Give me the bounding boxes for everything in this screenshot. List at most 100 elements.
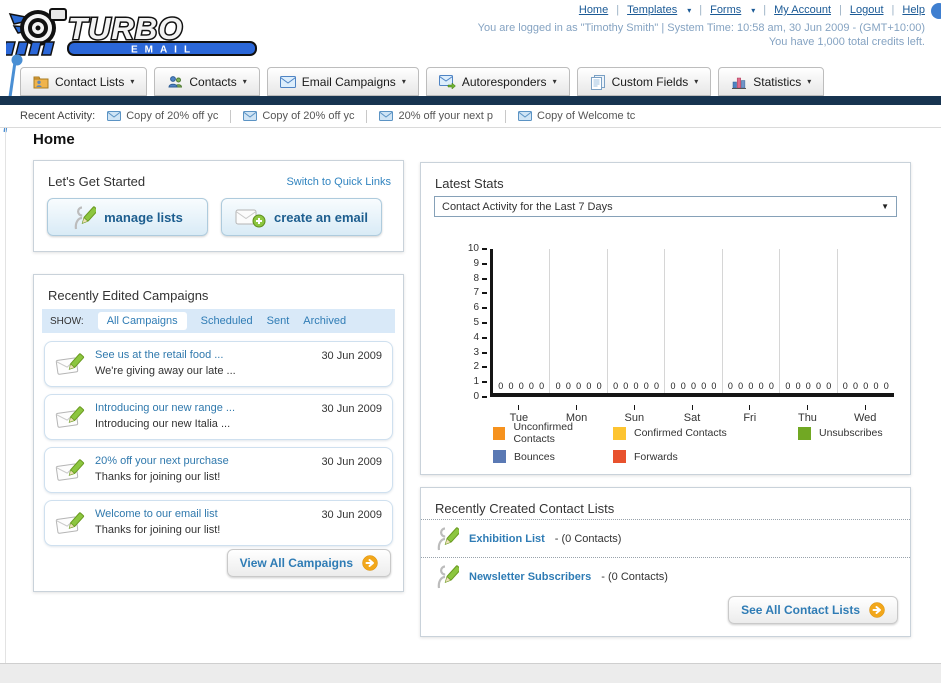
header-link-home[interactable]: Home [579, 4, 608, 16]
campaigns-panel-title: Recently Edited Campaigns [48, 288, 209, 303]
recent-activity-label: Recent Activity: [20, 110, 96, 122]
contact-list-name-link[interactable]: Newsletter Subscribers [469, 571, 591, 583]
chart-zero-values: 00000 [723, 381, 779, 391]
tab-contacts[interactable]: Contacts ▾ [154, 67, 260, 96]
legend-label: Unconfirmed Contacts [513, 421, 573, 445]
x-axis-tick-mark [633, 405, 635, 410]
header-link-logout[interactable]: Logout [850, 4, 884, 16]
data-value-label: 0 [795, 381, 801, 391]
chevron-down-icon: ▾ [687, 5, 692, 15]
contact-list-name-link[interactable]: Exhibition List [469, 533, 545, 545]
header-link-separator: | [616, 4, 620, 16]
data-value-label: 0 [816, 381, 822, 391]
tab-statistics[interactable]: Statistics ▾ [718, 67, 825, 96]
filter-scheduled[interactable]: Scheduled [201, 315, 253, 327]
create-email-icon [235, 207, 266, 228]
campaign-row[interactable]: 20% off your next purchase Thanks for joi… [44, 447, 393, 493]
tab-email-campaigns[interactable]: Email Campaigns ▾ [266, 67, 419, 96]
x-axis-tick-mark [806, 405, 808, 410]
chevron-down-icon: ▼ [881, 202, 889, 211]
get-started-title: Let's Get Started [48, 174, 146, 189]
campaign-title-link[interactable]: Welcome to our email list [95, 507, 220, 523]
recently-created-contact-lists-panel: Recently Created Contact Lists Exhibitio… [420, 487, 911, 637]
contact-list-row[interactable]: Newsletter Subscribers - (0 Contacts) [421, 557, 910, 595]
data-value-label: 0 [586, 381, 592, 391]
campaign-row[interactable]: Welcome to our email list Thanks for join… [44, 500, 393, 546]
header-link-help[interactable]: Help [902, 4, 925, 16]
tab-label: Autoresponders [461, 74, 547, 89]
data-value-label: 0 [633, 381, 639, 391]
campaign-title-link[interactable]: See us at the retail food ... [95, 348, 236, 364]
recent-activity-item[interactable]: Copy of Welcome tc [518, 110, 635, 122]
y-axis-tick-mark [482, 248, 487, 250]
decorative-corner-dot [931, 3, 941, 19]
manage-lists-button[interactable]: manage lists [47, 198, 208, 236]
recent-activity-item[interactable]: Copy of 20% off yc [243, 110, 354, 122]
tab-label: Statistics [753, 74, 802, 89]
envelope-icon [518, 111, 533, 121]
person-pencil-icon [435, 525, 459, 552]
y-axis-tick-mark [482, 336, 487, 339]
chevron-down-icon: ▾ [694, 77, 699, 86]
x-axis-tick-mark [691, 405, 693, 410]
header-link-forms[interactable]: Forms [710, 4, 741, 16]
filter-archived[interactable]: Archived [303, 315, 346, 327]
header-link-my-account[interactable]: My Account [774, 4, 831, 16]
envelope-icon [243, 111, 258, 121]
tab-autoresponders[interactable]: Autoresponders ▾ [425, 67, 570, 96]
campaign-title-link[interactable]: Introducing our new range ... [95, 401, 235, 417]
y-axis-tick-mark [482, 307, 487, 310]
legend-swatch [613, 426, 626, 440]
header-link-templates[interactable]: Templates [627, 4, 677, 16]
chart-plot-area: 00000000000000000000000000000000000 [490, 249, 894, 397]
y-axis-tick-label: 1 [473, 376, 479, 388]
chart-day-group: 00000 [780, 249, 838, 393]
data-value-label: 0 [883, 381, 889, 391]
campaign-edit-icon [55, 457, 85, 483]
login-status-text: You are logged in as "Timothy Smith" | S… [477, 22, 925, 34]
recent-activity-item[interactable]: Copy of 20% off yc [107, 110, 218, 122]
chart-day-group: 00000 [550, 249, 608, 393]
create-an-email-button[interactable]: create an email [221, 198, 382, 236]
tab-contact-lists[interactable]: Contact Lists ▾ [20, 67, 148, 96]
view-all-campaigns-button[interactable]: View All Campaigns [226, 549, 391, 577]
campaign-row[interactable]: See us at the retail food ... We're givin… [44, 341, 393, 387]
tab-label: Contacts [189, 74, 237, 89]
campaign-subtitle: Introducing our new Italia ... [95, 418, 231, 430]
stats-period-dropdown[interactable]: Contact Activity for the Last 7 Days ▼ [434, 196, 897, 217]
campaign-title-link[interactable]: 20% off your next purchase [95, 454, 229, 470]
campaign-edit-icon [55, 351, 85, 377]
person-pencil-icon [72, 204, 97, 231]
campaign-row[interactable]: Introducing our new range ... Introducing… [44, 394, 393, 440]
chart-zero-values: 00000 [608, 381, 664, 391]
contact-list-row[interactable]: Exhibition List - (0 Contacts) [421, 519, 910, 557]
chart-day-group: 00000 [608, 249, 666, 393]
chevron-down-icon: ▾ [807, 77, 812, 86]
see-all-contact-lists-button[interactable]: See All Contact Lists [728, 596, 898, 624]
statistics-icon [731, 74, 747, 90]
x-axis-tick-mark [864, 405, 866, 410]
data-value-label: 0 [758, 381, 764, 391]
contact-list-count: - (0 Contacts) [601, 570, 668, 583]
data-value-label: 0 [852, 381, 858, 391]
y-axis-tick-mark [482, 262, 487, 265]
filter-sent[interactable]: Sent [267, 315, 290, 327]
y-axis-tick-label: 6 [473, 302, 479, 314]
tab-custom-fields[interactable]: Custom Fields ▾ [576, 67, 712, 96]
envelope-icon [107, 111, 122, 121]
recent-activity-item[interactable]: 20% off your next p [379, 110, 493, 122]
chart-zero-values: 00000 [780, 381, 836, 391]
filter-all-campaigns[interactable]: All Campaigns [97, 312, 187, 330]
campaign-date: 30 Jun 2009 [321, 350, 382, 362]
button-label: create an email [274, 209, 368, 225]
campaign-subtitle: Thanks for joining our list! [95, 471, 221, 483]
legend-item: Unsubscribes [798, 421, 883, 445]
data-value-label: 0 [701, 381, 707, 391]
data-value-label: 0 [596, 381, 602, 391]
switch-to-quick-links[interactable]: Switch to Quick Links [286, 176, 391, 188]
data-value-label: 0 [873, 381, 879, 391]
legend-label: Bounces [514, 450, 555, 463]
contacts-icon [167, 74, 183, 90]
orange-arrow-icon [869, 602, 885, 618]
chevron-down-icon: ▾ [751, 5, 756, 15]
